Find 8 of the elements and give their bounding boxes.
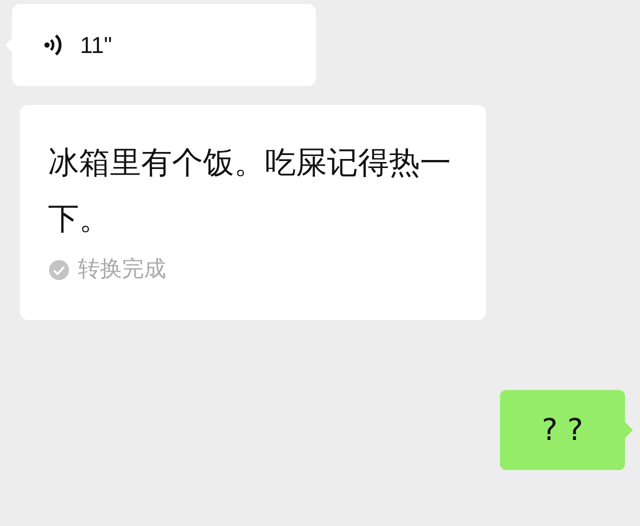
voice-duration: 11" — [80, 30, 112, 60]
voice-message-bubble[interactable]: 11" — [12, 4, 316, 86]
check-circle-icon — [48, 258, 70, 280]
sent-message-bubble: ? ? — [500, 390, 625, 470]
conversion-status: 转换完成 — [78, 256, 166, 284]
voice-icon — [44, 32, 64, 58]
transcript-text: 冰箱里有个饭。吃屎记得热一下。 — [48, 144, 452, 239]
bubble-tail — [625, 422, 633, 438]
